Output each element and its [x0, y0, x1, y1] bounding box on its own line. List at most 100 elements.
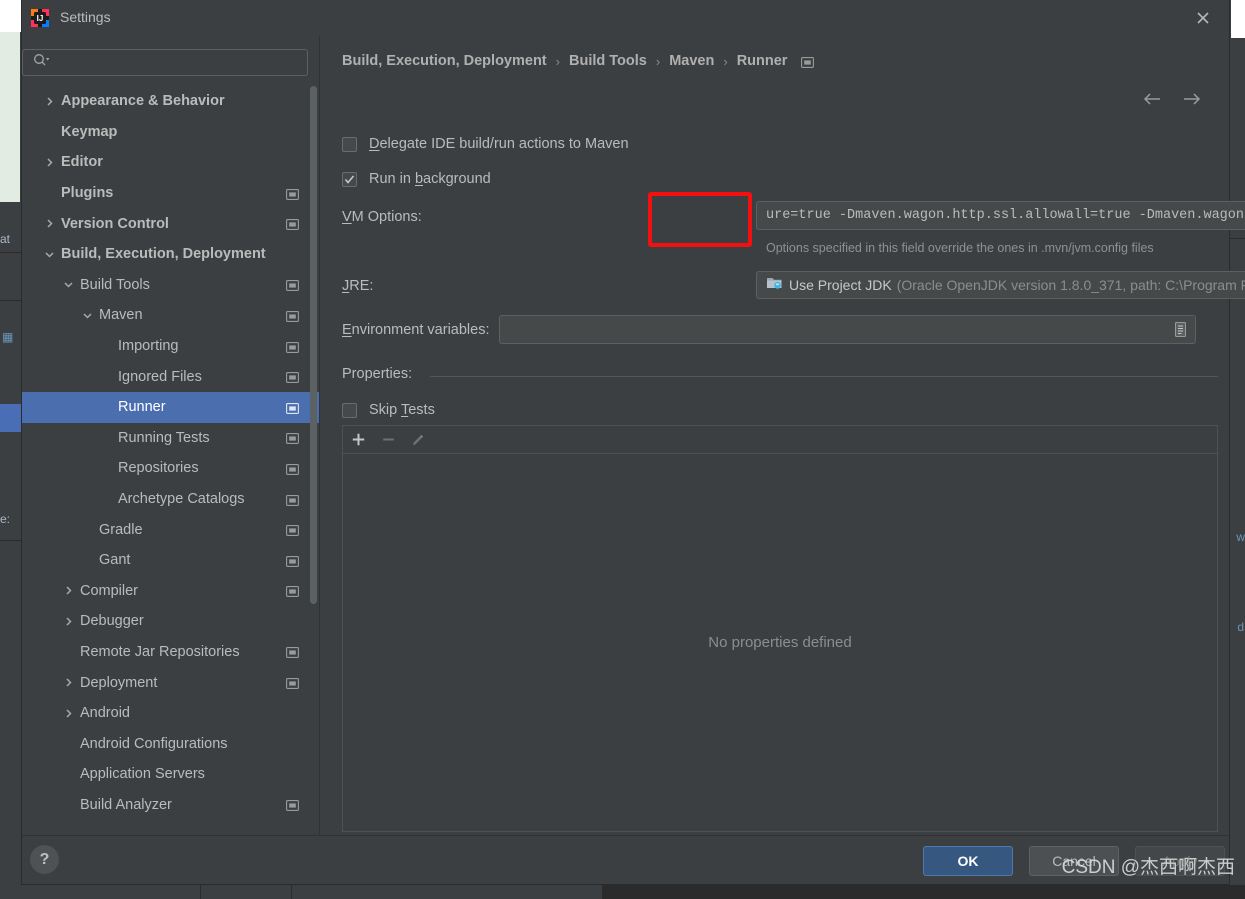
cancel-button[interactable]: Cancel	[1029, 846, 1119, 876]
sidebar-item-runner[interactable]: Runner	[22, 391, 319, 423]
close-icon[interactable]	[1181, 0, 1225, 36]
delegate-ide-build-checkbox[interactable]	[342, 136, 357, 152]
background-taskbar-segment	[292, 885, 603, 899]
list-edit-icon[interactable]	[1173, 321, 1188, 338]
background-text-fragment: w	[1236, 530, 1245, 544]
sidebar-item-android[interactable]: Android	[22, 698, 319, 729]
settings-page-badge-icon	[801, 56, 815, 68]
settings-dialog: IJ Settings Appearance & Behavior Keymap…	[22, 0, 1245, 884]
sidebar-item-compiler[interactable]: Compiler	[22, 576, 319, 607]
sidebar-item-label: Runner	[118, 399, 166, 416]
settings-page-badge-icon	[286, 646, 299, 659]
help-button[interactable]: ?	[30, 845, 59, 874]
sidebar-item-debugger[interactable]: Debugger	[22, 606, 319, 637]
sidebar-item-build-analyzer[interactable]: Build Analyzer	[22, 790, 319, 821]
run-in-background-checkbox-row[interactable]: Run in background	[342, 171, 491, 187]
arrow-right-icon[interactable]	[1179, 86, 1205, 112]
sidebar-item-label: Repositories	[118, 460, 199, 477]
sidebar-item-remote-jar-repositories[interactable]: Remote Jar Repositories	[22, 637, 319, 668]
settings-main-panel: Build, Execution, Deployment › Build Tools…	[320, 36, 1245, 836]
properties-list-area[interactable]: No properties defined	[342, 454, 1218, 832]
sidebar-item-label: Android Configurations	[80, 735, 228, 752]
sidebar-item-label: Keymap	[61, 123, 118, 140]
settings-page-badge-icon	[286, 432, 299, 445]
chevron-down-icon[interactable]	[80, 308, 94, 322]
chevron-down-icon[interactable]	[61, 278, 75, 292]
breadcrumb-item[interactable]: Build, Execution, Deployment	[342, 53, 547, 69]
chevron-right-icon[interactable]	[61, 584, 75, 598]
arrow-left-icon[interactable]	[1139, 86, 1165, 112]
settings-page-badge-icon	[286, 402, 299, 414]
sidebar-item-importing[interactable]: Importing	[22, 331, 319, 362]
environment-variables-label: Environment variables:	[342, 322, 490, 338]
sidebar-item-running-tests[interactable]: Running Tests	[22, 423, 319, 454]
sidebar-item-label: Build Analyzer	[80, 796, 172, 813]
sidebar-item-editor[interactable]: Editor	[22, 147, 319, 178]
jre-dropdown[interactable]: Use Project JDK (Oracle OpenJDK version …	[756, 271, 1245, 299]
search-input[interactable]	[22, 49, 308, 76]
sidebar-item-application-servers[interactable]: Application Servers	[22, 759, 319, 790]
jre-selected-value: Use Project JDK	[789, 277, 892, 293]
background-text-fragment: d	[1237, 620, 1244, 634]
search-field[interactable]	[56, 54, 307, 71]
sidebar-item-label: Gant	[99, 552, 131, 569]
ok-button[interactable]: OK	[923, 846, 1013, 876]
sidebar-item-label: Android	[80, 705, 130, 722]
dialog-footer: ? OK Cancel Apply	[22, 835, 1229, 884]
sidebar-item-build-tools[interactable]: Build Tools	[22, 270, 319, 301]
apply-button: Apply	[1135, 846, 1225, 876]
settings-page-badge-icon	[286, 494, 299, 506]
sidebar-item-label: Archetype Catalogs	[118, 491, 245, 508]
sidebar-item-build-execution-deployment[interactable]: Build, Execution, Deployment	[22, 239, 319, 270]
background-white-patch	[0, 0, 22, 32]
vm-options-highlight-annotation	[648, 192, 752, 247]
plus-icon[interactable]	[343, 426, 373, 453]
environment-variables-input[interactable]	[499, 315, 1196, 344]
background-taskbar-segment	[0, 885, 201, 899]
sidebar-item-ignored-files[interactable]: Ignored Files	[22, 361, 319, 392]
sidebar-item-plugins[interactable]: Plugins	[22, 178, 319, 209]
sidebar-item-gradle[interactable]: Gradle	[22, 514, 319, 545]
settings-tree: Appearance & Behavior Keymap Editor Plugins…	[22, 86, 319, 836]
breadcrumb-item[interactable]: Maven	[669, 53, 714, 69]
background-text-fragment: e:	[0, 512, 11, 526]
delegate-ide-build-checkbox-row[interactable]: Delegate IDE build/run actions to Maven	[342, 136, 629, 152]
pencil-icon	[403, 426, 433, 453]
settings-page-badge-icon	[286, 555, 299, 567]
vm-options-input[interactable]: ure=true -Dmaven.wagon.http.ssl.allowall…	[756, 201, 1245, 230]
chevron-right-icon[interactable]	[42, 94, 56, 108]
skip-tests-checkbox-row[interactable]: Skip Tests	[342, 402, 435, 418]
jre-label: JRE:	[342, 278, 374, 294]
sidebar-scrollbar[interactable]	[310, 86, 317, 604]
breadcrumb-item[interactable]: Runner	[737, 53, 788, 69]
settings-page-badge-icon	[286, 524, 299, 537]
sidebar-item-keymap[interactable]: Keymap	[22, 117, 319, 148]
sidebar-item-deployment[interactable]: Deployment	[22, 667, 319, 698]
chevron-right-icon[interactable]	[42, 217, 56, 231]
sidebar-item-label: Ignored Files	[118, 368, 202, 385]
sidebar-item-label: Build Tools	[80, 276, 150, 293]
settings-page-badge-icon	[286, 799, 299, 812]
chevron-right-icon[interactable]	[42, 155, 56, 169]
background-right-white-patch	[1231, 0, 1245, 38]
breadcrumb-item[interactable]: Build Tools	[569, 53, 647, 69]
sidebar-item-label: Compiler	[80, 582, 139, 599]
run-in-background-checkbox[interactable]	[342, 171, 357, 187]
sidebar-item-label: Editor	[61, 154, 103, 171]
sidebar-item-version-control[interactable]: Version Control	[22, 208, 319, 239]
sidebar-item-repositories[interactable]: Repositories	[22, 453, 319, 484]
sidebar-item-maven[interactable]: Maven	[22, 300, 319, 331]
sidebar-item-archetype-catalogs[interactable]: Archetype Catalogs	[22, 484, 319, 515]
chevron-down-icon[interactable]	[42, 247, 56, 261]
chevron-right-icon[interactable]	[61, 614, 75, 628]
sidebar-item-appearance-behavior[interactable]: Appearance & Behavior	[22, 86, 319, 117]
properties-section-title: Properties:	[342, 366, 413, 382]
sidebar-item-android-configurations[interactable]: Android Configurations	[22, 728, 319, 759]
chevron-right-icon[interactable]	[61, 676, 75, 690]
skip-tests-checkbox[interactable]	[342, 402, 357, 418]
chevron-right-icon[interactable]	[61, 706, 75, 720]
jre-selected-description: (Oracle OpenJDK version 1.8.0_371, path:…	[896, 277, 1245, 293]
sidebar-item-gant[interactable]: Gant	[22, 545, 319, 576]
background-divider	[0, 252, 22, 253]
sidebar-item-label: Debugger	[80, 613, 144, 630]
